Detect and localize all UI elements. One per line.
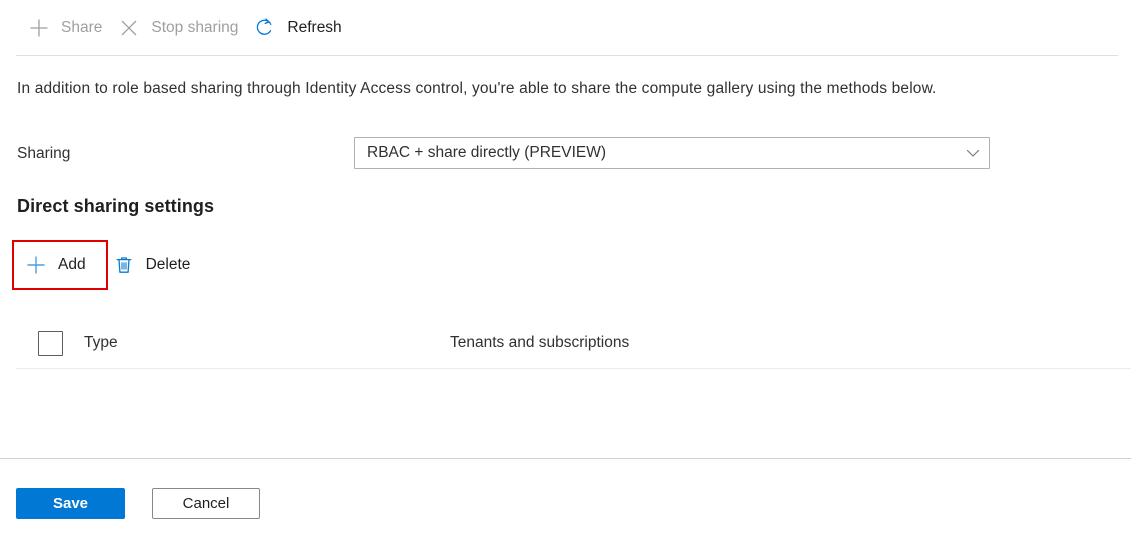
stop-sharing-button-label: Stop sharing bbox=[151, 19, 239, 36]
sharing-label: Sharing bbox=[17, 145, 71, 162]
cancel-button[interactable]: Cancel bbox=[152, 488, 260, 519]
sharing-dropdown[interactable]: RBAC + share directly (PREVIEW) bbox=[354, 137, 990, 169]
stop-sharing-button[interactable]: Stop sharing bbox=[112, 9, 248, 47]
plus-icon bbox=[26, 15, 52, 41]
chevron-down-icon bbox=[957, 145, 989, 161]
refresh-icon bbox=[252, 15, 278, 41]
save-button[interactable]: Save bbox=[16, 488, 125, 519]
close-x-icon bbox=[116, 15, 142, 41]
add-button[interactable]: Add bbox=[12, 241, 100, 289]
sharing-dropdown-value: RBAC + share directly (PREVIEW) bbox=[367, 144, 607, 161]
direct-sharing-toolbar: Add Delete bbox=[12, 240, 204, 290]
footer-divider bbox=[0, 458, 1131, 459]
page-title: Direct sharing settings bbox=[17, 196, 215, 216]
toolbar-divider bbox=[16, 55, 1118, 56]
column-header-tenants-and-subscriptions: Tenants and subscriptions bbox=[450, 334, 630, 351]
share-button[interactable]: Share bbox=[22, 9, 112, 47]
select-all-cell bbox=[16, 330, 84, 356]
table-header-divider bbox=[16, 368, 1131, 369]
select-all-checkbox[interactable] bbox=[38, 330, 63, 356]
add-button-label: Add bbox=[58, 256, 86, 273]
description-text: In addition to role based sharing throug… bbox=[17, 80, 937, 97]
refresh-button[interactable]: Refresh bbox=[248, 9, 351, 47]
command-bar: Share Stop sharing Refresh bbox=[0, 0, 1131, 56]
delete-button-label: Delete bbox=[145, 256, 191, 273]
share-button-label: Share bbox=[61, 19, 103, 36]
refresh-button-label: Refresh bbox=[287, 19, 342, 36]
column-header-type: Type bbox=[84, 334, 118, 351]
plus-icon bbox=[24, 253, 48, 277]
delete-button[interactable]: Delete bbox=[100, 241, 205, 289]
trash-icon bbox=[112, 253, 136, 277]
table-header-row: Type Tenants and subscriptions bbox=[16, 318, 1131, 368]
